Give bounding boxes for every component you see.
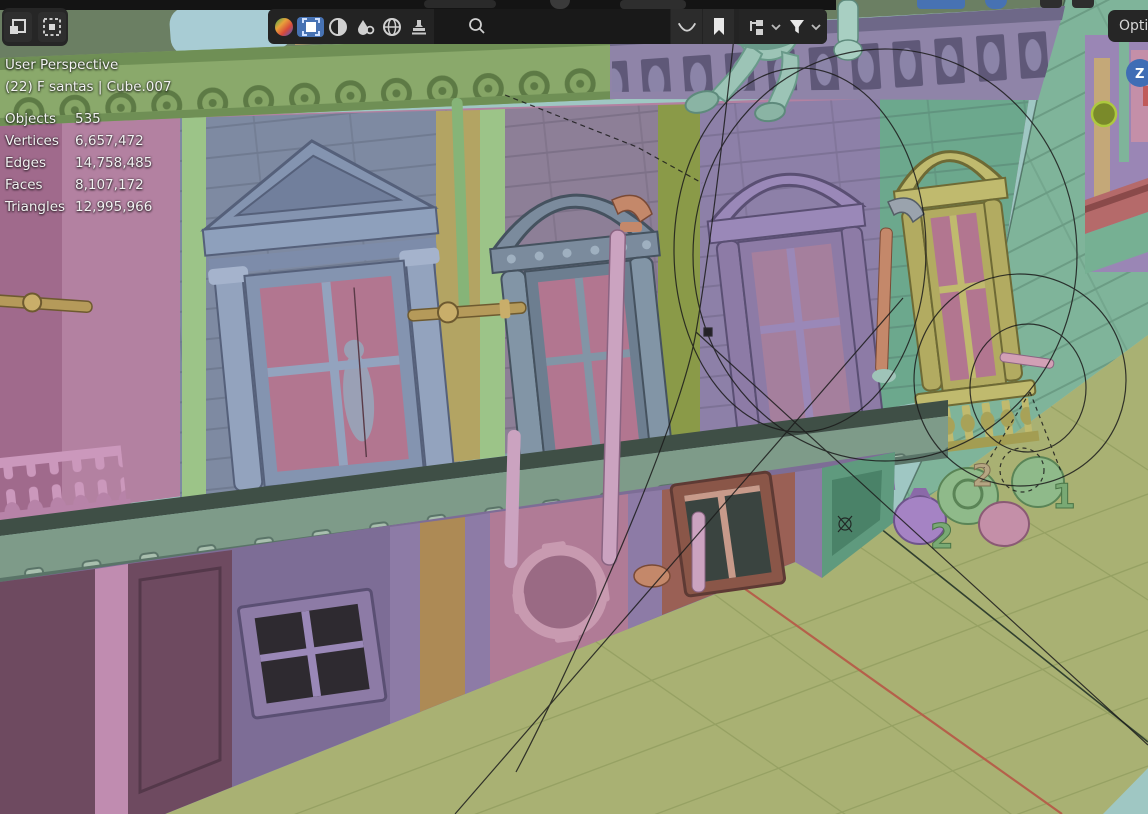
- stat-edges: Edges 14,758,485: [5, 155, 153, 171]
- dashed-square-icon-button[interactable]: [38, 12, 66, 42]
- stat-triangles: Triangles 12,995,966: [5, 199, 153, 215]
- bookmark-icon: [713, 17, 724, 35]
- display-mode-button[interactable]: [743, 17, 770, 37]
- search-icon: [469, 18, 485, 34]
- select-frame-icon-button[interactable]: [297, 16, 324, 37]
- droplets-icon: [357, 19, 374, 35]
- gizmo-z-label: Z: [1135, 67, 1144, 82]
- blender-3d-viewport[interactable]: 2 2 1 Z Opti User Perspective (22) F san…: [0, 0, 1148, 814]
- select-tool-options: [2, 8, 68, 46]
- topbar-button-partial[interactable]: [1072, 0, 1094, 8]
- contrast-sphere-icon: [328, 17, 347, 36]
- active-object-label: (22) F santas | Cube.007: [5, 79, 172, 95]
- droplets-icon-button[interactable]: [351, 17, 378, 37]
- viewport-header-toolbar: [268, 9, 827, 44]
- bag-number-2a: 2: [930, 517, 954, 557]
- overlap-squares-icon: [10, 19, 26, 34]
- falloff-curve-icon: [677, 22, 696, 32]
- stamp-brush-icon: [411, 19, 426, 34]
- select-frame-icon: [301, 17, 320, 36]
- chevron-down-icon[interactable]: [771, 23, 781, 31]
- globe-icon: [382, 17, 401, 36]
- stamp-brush-icon-button[interactable]: [405, 17, 432, 37]
- dashed-square-icon: [43, 18, 61, 36]
- shop-door: [669, 470, 787, 598]
- falloff-curve-button[interactable]: [671, 9, 702, 44]
- basement-window: [237, 587, 388, 720]
- material-ball-icon-button[interactable]: [270, 16, 297, 38]
- viewport-overlay-text: User Perspective (22) F santas | Cube.00…: [5, 54, 172, 218]
- stat-objects: Objects 535: [5, 111, 101, 127]
- topbar-button-partial[interactable]: [1040, 0, 1062, 8]
- overlap-squares-icon-button[interactable]: [4, 12, 32, 42]
- scene-canvas[interactable]: 2 2 1 Z: [0, 0, 1148, 814]
- material-ball-icon: [274, 17, 293, 36]
- topbar-active-button-partial[interactable]: [917, 0, 965, 9]
- search-field[interactable]: [434, 9, 670, 44]
- view-perspective-label: User Perspective: [5, 57, 119, 73]
- filter-button[interactable]: [783, 18, 810, 36]
- gizmo-olive-ball[interactable]: [1090, 100, 1118, 128]
- stat-vertices: Vertices 6,657,472: [5, 133, 144, 149]
- outliner-icon: [749, 19, 763, 35]
- bookmark-button[interactable]: [703, 9, 734, 44]
- chevron-down-icon[interactable]: [811, 23, 821, 31]
- options-menu-button[interactable]: Opti: [1108, 10, 1148, 42]
- bag-number-1: 1: [1052, 477, 1076, 517]
- stat-faces: Faces 8,107,172: [5, 177, 144, 193]
- filter-funnel-icon: [789, 19, 804, 33]
- globe-icon-button[interactable]: [378, 17, 405, 37]
- contrast-sphere-icon-button[interactable]: [324, 17, 351, 37]
- options-label: Opti: [1119, 18, 1148, 34]
